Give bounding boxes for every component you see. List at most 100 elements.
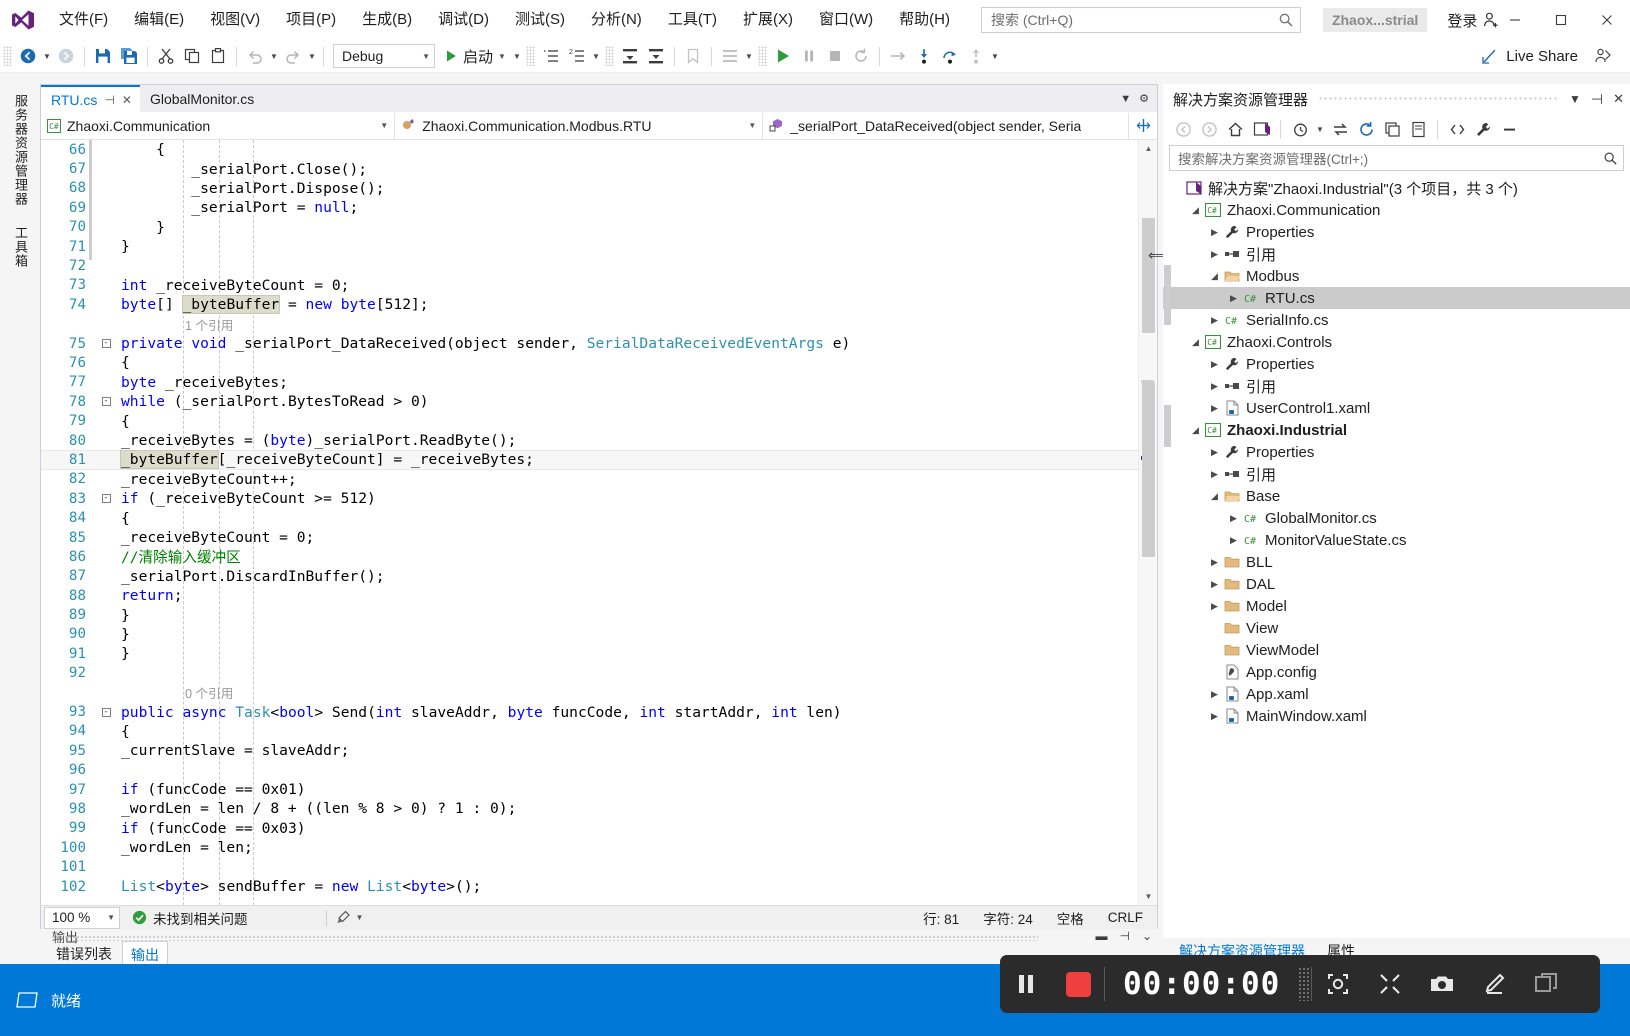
navbar-namespace-dropdown[interactable]: C# Zhaoxi.Communication ▼	[41, 112, 396, 139]
code-line[interactable]: 84 {	[41, 508, 1157, 527]
code-line[interactable]: 68 _serialPort.Dispose();	[41, 179, 1157, 198]
solution-tree-item[interactable]: ▶ 引用	[1163, 463, 1630, 485]
navigate-forward-button[interactable]	[53, 44, 79, 68]
uncomment-selection-button[interactable]: 2	[564, 44, 590, 68]
solution-tree-item[interactable]: ▶ 引用	[1163, 375, 1630, 397]
solution-tree-item[interactable]: App.config	[1163, 661, 1630, 683]
step-over-button[interactable]	[937, 44, 963, 68]
sync-button[interactable]	[1328, 117, 1352, 141]
expand-arrow-icon[interactable]: ▶	[1226, 535, 1241, 546]
refresh-button[interactable]	[1354, 117, 1378, 141]
expand-arrow-icon[interactable]: ▶	[1207, 249, 1222, 260]
expand-arrow-icon[interactable]: ▶	[1207, 579, 1222, 590]
scroll-up-arrow[interactable]: ▲	[1139, 140, 1157, 157]
problems-indicator[interactable]: 未找到相关问题	[132, 908, 248, 928]
solution-tree-item[interactable]: ▶ 引用	[1163, 243, 1630, 265]
code-line[interactable]: 86 //清除输入缓冲区	[41, 547, 1157, 567]
code-line[interactable]: 73 int _receiveByteCount = 0;	[41, 276, 1157, 295]
recorder-pause-button[interactable]	[1000, 955, 1052, 1013]
debug-more-dropdown[interactable]: ▼	[989, 45, 1001, 67]
code-cleanup-button[interactable]: ▼	[336, 910, 363, 925]
line-ending-indicator[interactable]: CRLF	[1108, 910, 1143, 925]
solution-tree-item[interactable]: ◢ Modbus	[1163, 265, 1630, 287]
split-view-button[interactable]	[1129, 118, 1157, 133]
solution-scroll-thumb-lower[interactable]	[1164, 405, 1171, 447]
menu-file[interactable]: 文件(F)	[46, 0, 121, 40]
code-line[interactable]: 85 _receiveByteCount = 0;	[41, 528, 1157, 547]
minimize-button[interactable]	[1492, 0, 1538, 40]
vertical-tab-toolbox[interactable]: 工具箱	[2, 216, 30, 278]
recorder-stop-button[interactable]	[1052, 955, 1104, 1013]
pin-icon[interactable]: ⊣	[1591, 91, 1603, 108]
expand-arrow-icon[interactable]: ▶	[1226, 293, 1241, 304]
recorder-annotate-button[interactable]	[1468, 955, 1520, 1013]
code-line[interactable]: 91}	[41, 644, 1157, 663]
recorder-region-capture-button[interactable]	[1312, 955, 1364, 1013]
step-out-button[interactable]	[963, 44, 989, 68]
expand-arrow-icon[interactable]: ▶	[1207, 227, 1222, 238]
code-line[interactable]: 82 _receiveByteCount++;	[41, 470, 1157, 489]
solution-tree-item[interactable]: ▶ MainWindow.xaml	[1163, 705, 1630, 727]
close-icon[interactable]: ✕	[122, 94, 132, 106]
toggle-outlining-button[interactable]	[717, 44, 743, 68]
close-icon[interactable]: ✕	[1613, 91, 1624, 107]
code-line[interactable]: 90}	[41, 625, 1157, 644]
expand-arrow-open-icon[interactable]: ◢	[1207, 491, 1222, 502]
code-line[interactable]: 92	[41, 664, 1157, 683]
expand-arrow-icon[interactable]: ▶	[1207, 711, 1222, 722]
code-reference-row[interactable]: 1 个引用	[41, 315, 1157, 334]
code-line[interactable]: 81 _byteBuffer[_receiveByteCount] = _rece…	[41, 450, 1157, 470]
solution-tree-item[interactable]: ◢ Base	[1163, 485, 1630, 507]
code-line[interactable]: 83- if (_receiveByteCount >= 512)	[41, 489, 1157, 508]
break-all-button[interactable]	[796, 44, 822, 68]
solution-tree-item[interactable]: ▶ UserControl1.xaml	[1163, 397, 1630, 419]
bookmark-button[interactable]	[680, 44, 706, 68]
close-button[interactable]	[1584, 0, 1630, 40]
step-into-button[interactable]	[911, 44, 937, 68]
redo-button[interactable]	[280, 44, 306, 68]
properties-window-button[interactable]	[1406, 117, 1430, 141]
solution-tree-item[interactable]: ▶ Properties	[1163, 353, 1630, 375]
solution-tree-item[interactable]: ◢ C# Zhaoxi.Controls	[1163, 331, 1630, 353]
code-reference-row[interactable]: 0 个引用	[41, 683, 1157, 702]
navbar-member-dropdown[interactable]: _serialPort_DataReceived(object sender, …	[763, 112, 1130, 139]
code-line[interactable]: 71}	[41, 237, 1157, 256]
code-line[interactable]: 89}	[41, 605, 1157, 624]
solution-tree-item[interactable]: ViewModel	[1163, 639, 1630, 661]
menu-view[interactable]: 视图(V)	[197, 0, 273, 40]
fold-toggle[interactable]: -	[95, 397, 117, 407]
menu-debug[interactable]: 调试(D)	[425, 0, 502, 40]
fold-toggle[interactable]: -	[95, 707, 117, 717]
solution-tree-item[interactable]: ▶ C# GlobalMonitor.cs	[1163, 507, 1630, 529]
expand-arrow-icon[interactable]: ▶	[1226, 513, 1241, 524]
expand-arrow-icon[interactable]: ▶	[1207, 469, 1222, 480]
expand-arrow-icon[interactable]: ▶	[1207, 689, 1222, 700]
solution-tree-item[interactable]: ▶ C# RTU.cs	[1163, 287, 1630, 309]
code-line[interactable]: 69 _serialPort = null;	[41, 198, 1157, 217]
solution-tree-item[interactable]: ◢ C# Zhaoxi.Communication	[1163, 199, 1630, 221]
expand-arrow-icon[interactable]: ▶	[1207, 557, 1222, 568]
undo-button[interactable]	[242, 44, 268, 68]
continue-button[interactable]	[770, 44, 796, 68]
code-line[interactable]: 95 _currentSlave = slaveAddr;	[41, 741, 1157, 760]
navbar-class-dropdown[interactable]: Zhaoxi.Communication.Modbus.RTU ▼	[395, 112, 764, 139]
solution-tree-item[interactable]: ▶ App.xaml	[1163, 683, 1630, 705]
navigate-back-dropdown[interactable]: ▼	[41, 45, 53, 67]
menu-window[interactable]: 窗口(W)	[806, 0, 886, 40]
code-line[interactable]: 67 _serialPort.Close();	[41, 159, 1157, 178]
code-line[interactable]: 88 return;	[41, 586, 1157, 605]
solution-tree-item[interactable]: ▶ Properties	[1163, 221, 1630, 243]
menu-tools[interactable]: 工具(T)	[655, 0, 730, 40]
forward-button[interactable]	[1197, 117, 1221, 141]
code-line[interactable]: 72	[41, 256, 1157, 275]
recorder-drag-dots[interactable]	[1298, 967, 1312, 1001]
document-tab-globalmonitor-cs[interactable]: GlobalMonitor.cs	[140, 85, 262, 112]
code-line[interactable]: 101	[41, 857, 1157, 876]
code-line[interactable]: 79 {	[41, 411, 1157, 430]
code-line[interactable]: 93- public async Task<bool> Send(int slav…	[41, 702, 1157, 721]
solution-scroll-thumb[interactable]	[1164, 265, 1171, 325]
taskbar-status-item[interactable]: 就绪	[0, 990, 81, 1011]
copy-button[interactable]	[179, 44, 205, 68]
show-next-statement-button[interactable]	[885, 44, 911, 68]
menu-help[interactable]: 帮助(H)	[886, 0, 963, 40]
